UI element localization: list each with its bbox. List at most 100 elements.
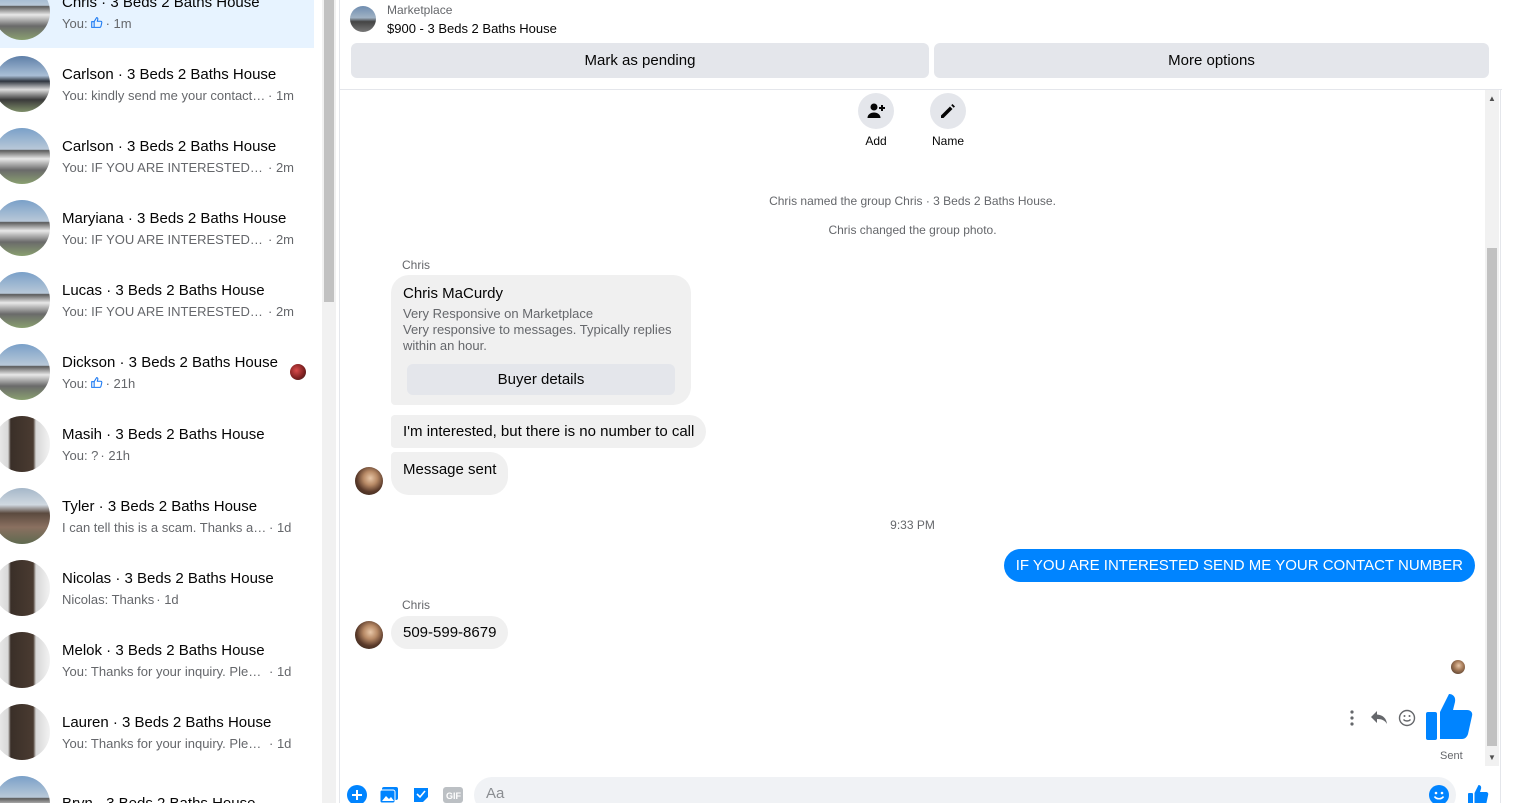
like-send-icon[interactable] xyxy=(1468,784,1490,803)
buyer-name: Chris MaCurdy xyxy=(403,285,504,302)
add-label: Add xyxy=(865,134,887,148)
conversation-title: Dickson · 3 Beds 2 Baths House xyxy=(62,353,278,371)
more-actions-icon[interactable] xyxy=(1342,708,1362,728)
like-icon xyxy=(90,16,102,28)
responsiveness-line: Very Responsive on Marketplace xyxy=(403,306,594,321)
conversation-time: · 1d xyxy=(269,519,292,535)
listing-thumbnail xyxy=(0,704,50,760)
conversation-you: You: xyxy=(62,15,88,31)
add-person-icon xyxy=(867,103,885,118)
svg-text:GIF: GIF xyxy=(446,791,462,801)
responsiveness-detail: Very responsive to messages. Typically r… xyxy=(403,322,672,337)
conversation-item[interactable]: Carlson · 3 Beds 2 Baths House You: kind… xyxy=(0,48,314,120)
conversation-snippet: You: ? xyxy=(62,447,99,463)
outgoing-message-bubble[interactable]: IF YOU ARE INTERESTED SEND ME YOUR CONTA… xyxy=(1003,549,1475,582)
reply-icon[interactable] xyxy=(1369,708,1389,728)
scrollbar-thumb[interactable] xyxy=(324,0,334,302)
conversation-item[interactable]: Lucas · 3 Beds 2 Baths House You: IF YOU… xyxy=(0,264,314,336)
marketplace-header: Marketplace $900 - 3 Beds 2 Baths House … xyxy=(340,0,1502,90)
plus-icon[interactable] xyxy=(346,784,368,803)
pencil-icon xyxy=(941,104,955,118)
scrollbar-thumb[interactable] xyxy=(1487,248,1497,746)
message-bubble[interactable]: I'm interested, but there is no number t… xyxy=(391,415,707,448)
conversation-snippet: You: IF YOU ARE INTERESTED SEN... xyxy=(62,231,266,247)
conversation-item[interactable]: Carlson · 3 Beds 2 Baths House You: IF Y… xyxy=(0,120,314,192)
conversation-item[interactable]: Dickson · 3 Beds 2 Baths House You: · 21… xyxy=(0,336,314,408)
conversation-snippet: You: IF YOU ARE INTERESTED SEN... xyxy=(62,303,266,319)
react-icon[interactable] xyxy=(1397,708,1417,728)
conversation-time: · 1d xyxy=(269,735,292,751)
message-bubble[interactable]: Message sent xyxy=(391,452,509,495)
message-input-box[interactable] xyxy=(474,777,1456,803)
name-label: Name xyxy=(931,134,964,148)
window-edge xyxy=(1503,0,1519,803)
message-input[interactable] xyxy=(474,777,1456,803)
sent-status: Sent xyxy=(1440,750,1463,762)
scroll-up-icon[interactable]: ▲ xyxy=(1488,94,1496,103)
name-group-button[interactable] xyxy=(930,93,966,129)
conversation-title: Chris · 3 Beds 2 Baths House xyxy=(62,0,260,11)
mark-pending-button[interactable]: Mark as pending xyxy=(351,43,929,78)
add-people-button[interactable] xyxy=(858,93,894,129)
conversation-title: Lauren · 3 Beds 2 Baths House xyxy=(62,713,272,731)
like-icon xyxy=(90,376,102,388)
buyer-details-button[interactable]: Buyer details xyxy=(407,364,675,395)
conversation-title: Tyler · 3 Beds 2 Baths House xyxy=(62,497,258,515)
conversation-snippet: You: Thanks for your inquiry. Pleas... xyxy=(62,663,267,679)
conversation-item[interactable]: Maryiana · 3 Beds 2 Baths House You: IF … xyxy=(0,192,314,264)
sticker-icon[interactable] xyxy=(410,784,432,803)
conversation-title: Bryn · 3 Beds 2 Baths House xyxy=(62,794,256,803)
conversation-item[interactable]: Bryn · 3 Beds 2 Baths House xyxy=(0,768,314,803)
listing-thumbnail xyxy=(0,128,50,184)
conversation-list: Chris · 3 Beds 2 Baths House You: · 1m C… xyxy=(0,0,320,803)
message-thread: Add Name Chris named the group Chris · 3… xyxy=(340,90,1485,766)
marketplace-label: Marketplace xyxy=(387,3,453,17)
listing-thumbnail xyxy=(0,0,50,40)
gif-icon[interactable]: GIF xyxy=(442,784,464,803)
sender-name: Chris xyxy=(402,598,431,612)
conversation-item[interactable]: Tyler · 3 Beds 2 Baths House I can tell … xyxy=(0,480,314,552)
thread-scrollbar[interactable]: ▲ ▼ xyxy=(1485,90,1499,766)
conversation-title: Melok · 3 Beds 2 Baths House xyxy=(62,641,265,659)
listing-thumbnail xyxy=(0,416,50,472)
conversation-item[interactable]: Lauren · 3 Beds 2 Baths House You: Thank… xyxy=(0,696,314,768)
message-composer: GIF xyxy=(340,770,1502,803)
chat-panel: Marketplace $900 - 3 Beds 2 Baths House … xyxy=(339,0,1502,803)
conversation-item[interactable]: Nicolas · 3 Beds 2 Baths House Nicolas: … xyxy=(0,552,314,624)
listing-title[interactable]: $900 - 3 Beds 2 Baths House xyxy=(387,21,557,36)
listing-thumbnail xyxy=(0,632,50,688)
message-bubble[interactable]: 509-599-8679 xyxy=(391,616,509,649)
conversation-item[interactable]: Melok · 3 Beds 2 Baths House You: Thanks… xyxy=(0,624,314,696)
conversation-time: · 1d xyxy=(156,591,179,607)
listing-thumbnail xyxy=(0,200,50,256)
sender-avatar[interactable] xyxy=(355,467,383,495)
emoji-icon[interactable] xyxy=(1428,784,1450,803)
sidebar-scrollbar[interactable] xyxy=(322,0,336,803)
thumbs-up-sticker-icon[interactable] xyxy=(1424,690,1476,742)
conversation-snippet: You: Thanks for your inquiry. Pleas... xyxy=(62,735,267,751)
conversation-item[interactable]: Masih · 3 Beds 2 Baths House You: ? · 21h xyxy=(0,408,314,480)
conversation-time: · 2m xyxy=(268,159,294,175)
conversation-title: Masih · 3 Beds 2 Baths House xyxy=(62,425,265,443)
read-receipt-avatar xyxy=(290,364,306,380)
listing-thumbnail xyxy=(0,272,50,328)
sender-avatar[interactable] xyxy=(355,621,383,649)
photo-icon[interactable] xyxy=(378,784,400,803)
conversation-time: · 1m xyxy=(105,15,132,31)
listing-thumbnail xyxy=(0,344,50,400)
conversation-time: · 2m xyxy=(268,231,294,247)
conversation-snippet: Nicolas: Thanks xyxy=(62,591,155,607)
seen-avatar xyxy=(1451,660,1465,674)
conversation-title: Lucas · 3 Beds 2 Baths House xyxy=(62,281,265,299)
more-options-button[interactable]: More options xyxy=(934,43,1489,78)
buyer-profile-card: Chris MaCurdy Very Responsive on Marketp… xyxy=(391,275,691,405)
listing-avatar xyxy=(350,6,376,32)
conversation-title: Carlson · 3 Beds 2 Baths House xyxy=(62,65,277,83)
scroll-down-icon[interactable]: ▼ xyxy=(1488,753,1496,762)
system-message: Chris changed the group photo. xyxy=(828,223,997,237)
conversation-time: · 1d xyxy=(269,663,292,679)
conversation-snippet: You: kindly send me your contact ... xyxy=(62,87,266,103)
conversation-time: · 1m xyxy=(268,87,294,103)
conversation-item[interactable]: Chris · 3 Beds 2 Baths House You: · 1m xyxy=(0,0,314,48)
responsiveness-detail-cont: within an hour. xyxy=(403,338,487,353)
